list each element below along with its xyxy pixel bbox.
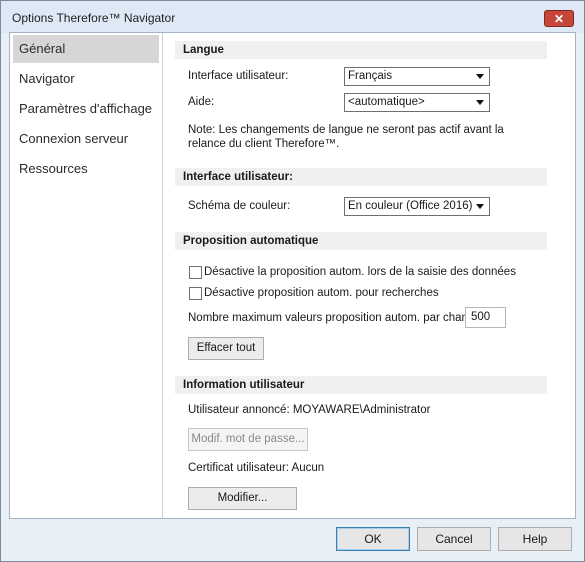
user-certificate-text: Certificat utilisateur: Aucun	[188, 462, 325, 474]
dialog-client: Général Navigator Paramètres d'affichage…	[9, 32, 576, 519]
window-title: Options Therefore™ Navigator	[12, 11, 176, 25]
help-language-label: Aide:	[188, 96, 215, 108]
sidebar-item-display-settings[interactable]: Paramètres d'affichage	[13, 95, 159, 123]
change-password-button[interactable]: Modif. mot de passe...	[188, 428, 308, 451]
help-language-value: <automatique>	[348, 96, 425, 108]
help-language-select[interactable]: <automatique>	[344, 93, 490, 112]
ui-language-value: Français	[348, 70, 393, 82]
modify-certificate-button[interactable]: Modifier...	[188, 487, 297, 510]
section-header-interface: Interface utilisateur:	[175, 168, 547, 186]
chevron-down-icon	[476, 204, 484, 209]
logged-user-text: Utilisateur annoncé: MOYAWARE\Administra…	[188, 404, 431, 416]
chevron-down-icon	[476, 100, 484, 105]
chevron-down-icon	[476, 74, 484, 79]
disable-autocomplete-search-label[interactable]: Désactive proposition autom. pour recher…	[204, 287, 439, 299]
general-panel: Langue Interface utilisateur: Français A…	[175, 33, 575, 518]
color-scheme-select[interactable]: En couleur (Office 2016)	[344, 197, 490, 216]
color-scheme-label: Schéma de couleur:	[188, 200, 291, 212]
close-icon: ✕	[553, 12, 565, 26]
ui-language-label: Interface utilisateur:	[188, 70, 289, 82]
section-header-userinfo: Information utilisateur	[175, 376, 547, 394]
disable-autocomplete-input-label[interactable]: Désactive la proposition autom. lors de …	[204, 266, 516, 278]
max-suggestions-input[interactable]: 500	[465, 307, 506, 328]
section-header-langue: Langue	[175, 41, 547, 59]
cancel-button[interactable]: Cancel	[417, 527, 491, 551]
section-header-autocomplete: Proposition automatique	[175, 232, 547, 250]
color-scheme-value: En couleur (Office 2016)	[348, 200, 473, 212]
max-suggestions-label: Nombre maximum valeurs proposition autom…	[188, 312, 481, 324]
language-note-line2: relance du client Therefore™.	[188, 138, 340, 150]
sidebar-item-resources[interactable]: Ressources	[13, 155, 159, 183]
disable-autocomplete-search-checkbox[interactable]	[189, 287, 202, 300]
close-button[interactable]: ✕	[544, 10, 574, 27]
clear-all-button[interactable]: Effacer tout	[188, 337, 264, 360]
language-note-line1: Note: Les changements de langue ne seron…	[188, 124, 504, 136]
options-window: Options Therefore™ Navigator ✕ Général N…	[0, 0, 585, 562]
sidebar: Général Navigator Paramètres d'affichage…	[10, 33, 163, 518]
sidebar-item-navigator[interactable]: Navigator	[13, 65, 159, 93]
sidebar-item-general[interactable]: Général	[13, 35, 159, 63]
ui-language-select[interactable]: Français	[344, 67, 490, 86]
ok-button[interactable]: OK	[336, 527, 410, 551]
help-button[interactable]: Help	[498, 527, 572, 551]
title-bar: Options Therefore™ Navigator ✕	[1, 1, 584, 33]
disable-autocomplete-input-checkbox[interactable]	[189, 266, 202, 279]
sidebar-item-server-connection[interactable]: Connexion serveur	[13, 125, 159, 153]
